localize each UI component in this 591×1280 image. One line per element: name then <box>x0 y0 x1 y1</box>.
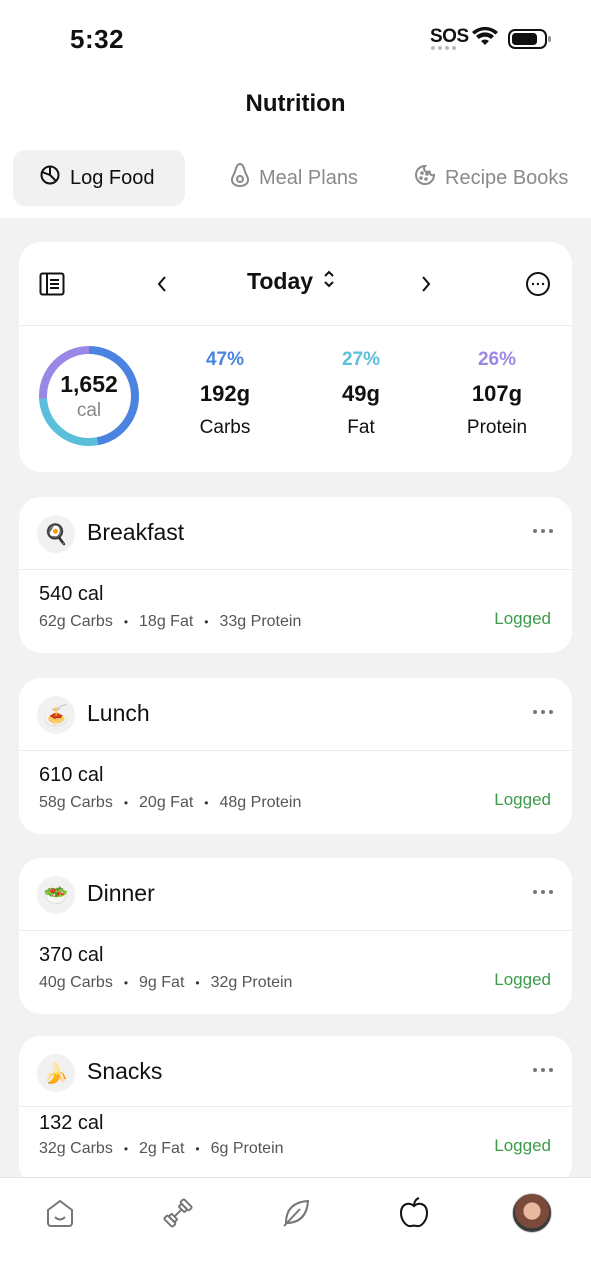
meal-carbs: 62g Carbs <box>39 613 113 630</box>
meal-calories: 540 cal <box>39 583 104 605</box>
meal-card-breakfast[interactable]: 🍳 Breakfast 540 cal 62g Carbs • 18g Fat • … <box>19 497 572 653</box>
signal-dots <box>431 46 463 50</box>
log-list-icon[interactable] <box>39 272 65 296</box>
day-label: Today <box>247 268 314 294</box>
home-icon[interactable] <box>35 1188 85 1238</box>
battery-icon <box>508 28 552 55</box>
meal-carbs: 40g Carbs <box>39 974 113 991</box>
status-time: 5:32 <box>70 24 125 54</box>
logged-status: Logged <box>494 609 551 628</box>
protein-grams: 107g <box>471 381 523 406</box>
meal-fat: 2g Fat <box>139 1140 185 1157</box>
sos-indicator: SOS <box>430 26 469 47</box>
meal-protein: 48g Protein <box>219 794 302 811</box>
fried-egg-icon: 🍳 <box>37 515 75 553</box>
logged-status: Logged <box>494 970 551 989</box>
tab-recipe-books[interactable]: Recipe Books <box>414 150 568 206</box>
carbs-grams: 192g <box>199 381 251 406</box>
fat-grams: 49g <box>342 381 380 406</box>
meal-card-dinner[interactable]: 🥗 Dinner 370 cal 40g Carbs • 9g Fat • 32g … <box>19 858 572 1014</box>
fat-percent: 27% <box>341 349 381 370</box>
logged-status: Logged <box>494 790 551 809</box>
more-horizontal-icon[interactable] <box>532 1060 554 1078</box>
top-header-area: 5:32 SOS Nutrition Log Food Meal Plans R… <box>0 0 591 218</box>
meal-name: Dinner <box>87 880 155 906</box>
meal-carbs: 32g Carbs <box>39 1140 113 1157</box>
meal-fat: 20g Fat <box>139 794 194 811</box>
meal-carbs: 58g Carbs <box>39 794 113 811</box>
macro-fat: 27% 49g Fat <box>301 349 421 439</box>
meal-calories: 610 cal <box>39 764 104 786</box>
meal-fat: 18g Fat <box>139 613 194 630</box>
dumbbell-icon[interactable] <box>153 1188 203 1238</box>
apple-icon[interactable] <box>389 1188 439 1238</box>
carbs-percent: 47% <box>205 349 245 370</box>
meal-calories: 370 cal <box>39 944 104 966</box>
meal-name: Breakfast <box>87 519 185 545</box>
meal-fat: 9g Fat <box>139 974 185 991</box>
tab-bar: Log Food Meal Plans Recipe Books <box>0 150 591 206</box>
meal-protein: 33g Protein <box>219 613 302 630</box>
leaf-icon[interactable] <box>271 1188 321 1238</box>
meal-protein: 6g Protein <box>210 1140 284 1157</box>
meal-calories: 132 cal <box>39 1112 104 1134</box>
meal-name: Snacks <box>87 1058 163 1084</box>
carbs-label: Carbs <box>199 417 251 438</box>
avatar <box>512 1193 552 1233</box>
page-title: Nutrition <box>245 90 346 117</box>
tab-log-food-label: Log Food <box>70 166 155 189</box>
chevron-left-icon[interactable] <box>155 274 169 294</box>
day-selector[interactable]: Today <box>247 268 335 295</box>
logged-status: Logged <box>494 1136 551 1155</box>
more-horizontal-icon[interactable] <box>532 521 554 539</box>
banana-icon: 🍌 <box>37 1054 75 1092</box>
more-options-icon[interactable] <box>525 271 551 297</box>
meal-card-lunch[interactable]: 🍝 Lunch 610 cal 58g Carbs • 20g Fat • 48g … <box>19 678 572 834</box>
chevron-right-icon[interactable] <box>419 274 433 294</box>
meal-macros: 58g Carbs • 20g Fat • 48g Protein <box>39 794 302 811</box>
avocado-icon <box>230 162 250 194</box>
wifi-icon <box>471 26 499 53</box>
status-bar: 5:32 SOS <box>0 0 591 80</box>
fat-label: Fat <box>347 417 375 438</box>
macro-carbs: 47% 192g Carbs <box>165 349 285 439</box>
profile-avatar[interactable] <box>507 1188 557 1238</box>
cookie-icon <box>414 164 436 192</box>
salad-bowl-icon: 🥗 <box>37 876 75 914</box>
meal-macros: 62g Carbs • 18g Fat • 33g Protein <box>39 613 302 630</box>
day-navigation: Today <box>19 242 572 326</box>
more-horizontal-icon[interactable] <box>532 882 554 900</box>
meal-protein: 32g Protein <box>210 974 293 991</box>
tab-meal-plans[interactable]: Meal Plans <box>230 150 358 206</box>
total-calories: 1,652 <box>60 370 118 397</box>
more-horizontal-icon[interactable] <box>532 702 554 720</box>
protein-percent: 26% <box>477 349 517 370</box>
calories-unit: cal <box>76 399 102 421</box>
pie-chart-icon <box>39 164 61 192</box>
meal-macros: 40g Carbs • 9g Fat • 32g Protein <box>39 974 293 991</box>
chevron-updown-icon <box>323 268 335 295</box>
meal-name: Lunch <box>87 700 150 726</box>
calorie-ring: 1,652 cal <box>37 344 141 448</box>
daily-summary-card: Today 1,652 cal 47% 192g Carbs 27% 49g F… <box>19 242 572 472</box>
meal-macros: 32g Carbs • 2g Fat • 6g Protein <box>39 1140 284 1157</box>
tab-log-food[interactable]: Log Food <box>13 150 185 206</box>
meal-card-snacks[interactable]: 🍌 Snacks 132 cal 32g Carbs • 2g Fat • 6g P… <box>19 1036 572 1186</box>
protein-label: Protein <box>466 417 528 438</box>
tab-recipe-books-label: Recipe Books <box>445 166 569 189</box>
bottom-navigation <box>0 1177 591 1280</box>
spaghetti-icon: 🍝 <box>37 696 75 734</box>
macro-protein: 26% 107g Protein <box>437 349 557 439</box>
tab-meal-plans-label: Meal Plans <box>259 166 358 189</box>
